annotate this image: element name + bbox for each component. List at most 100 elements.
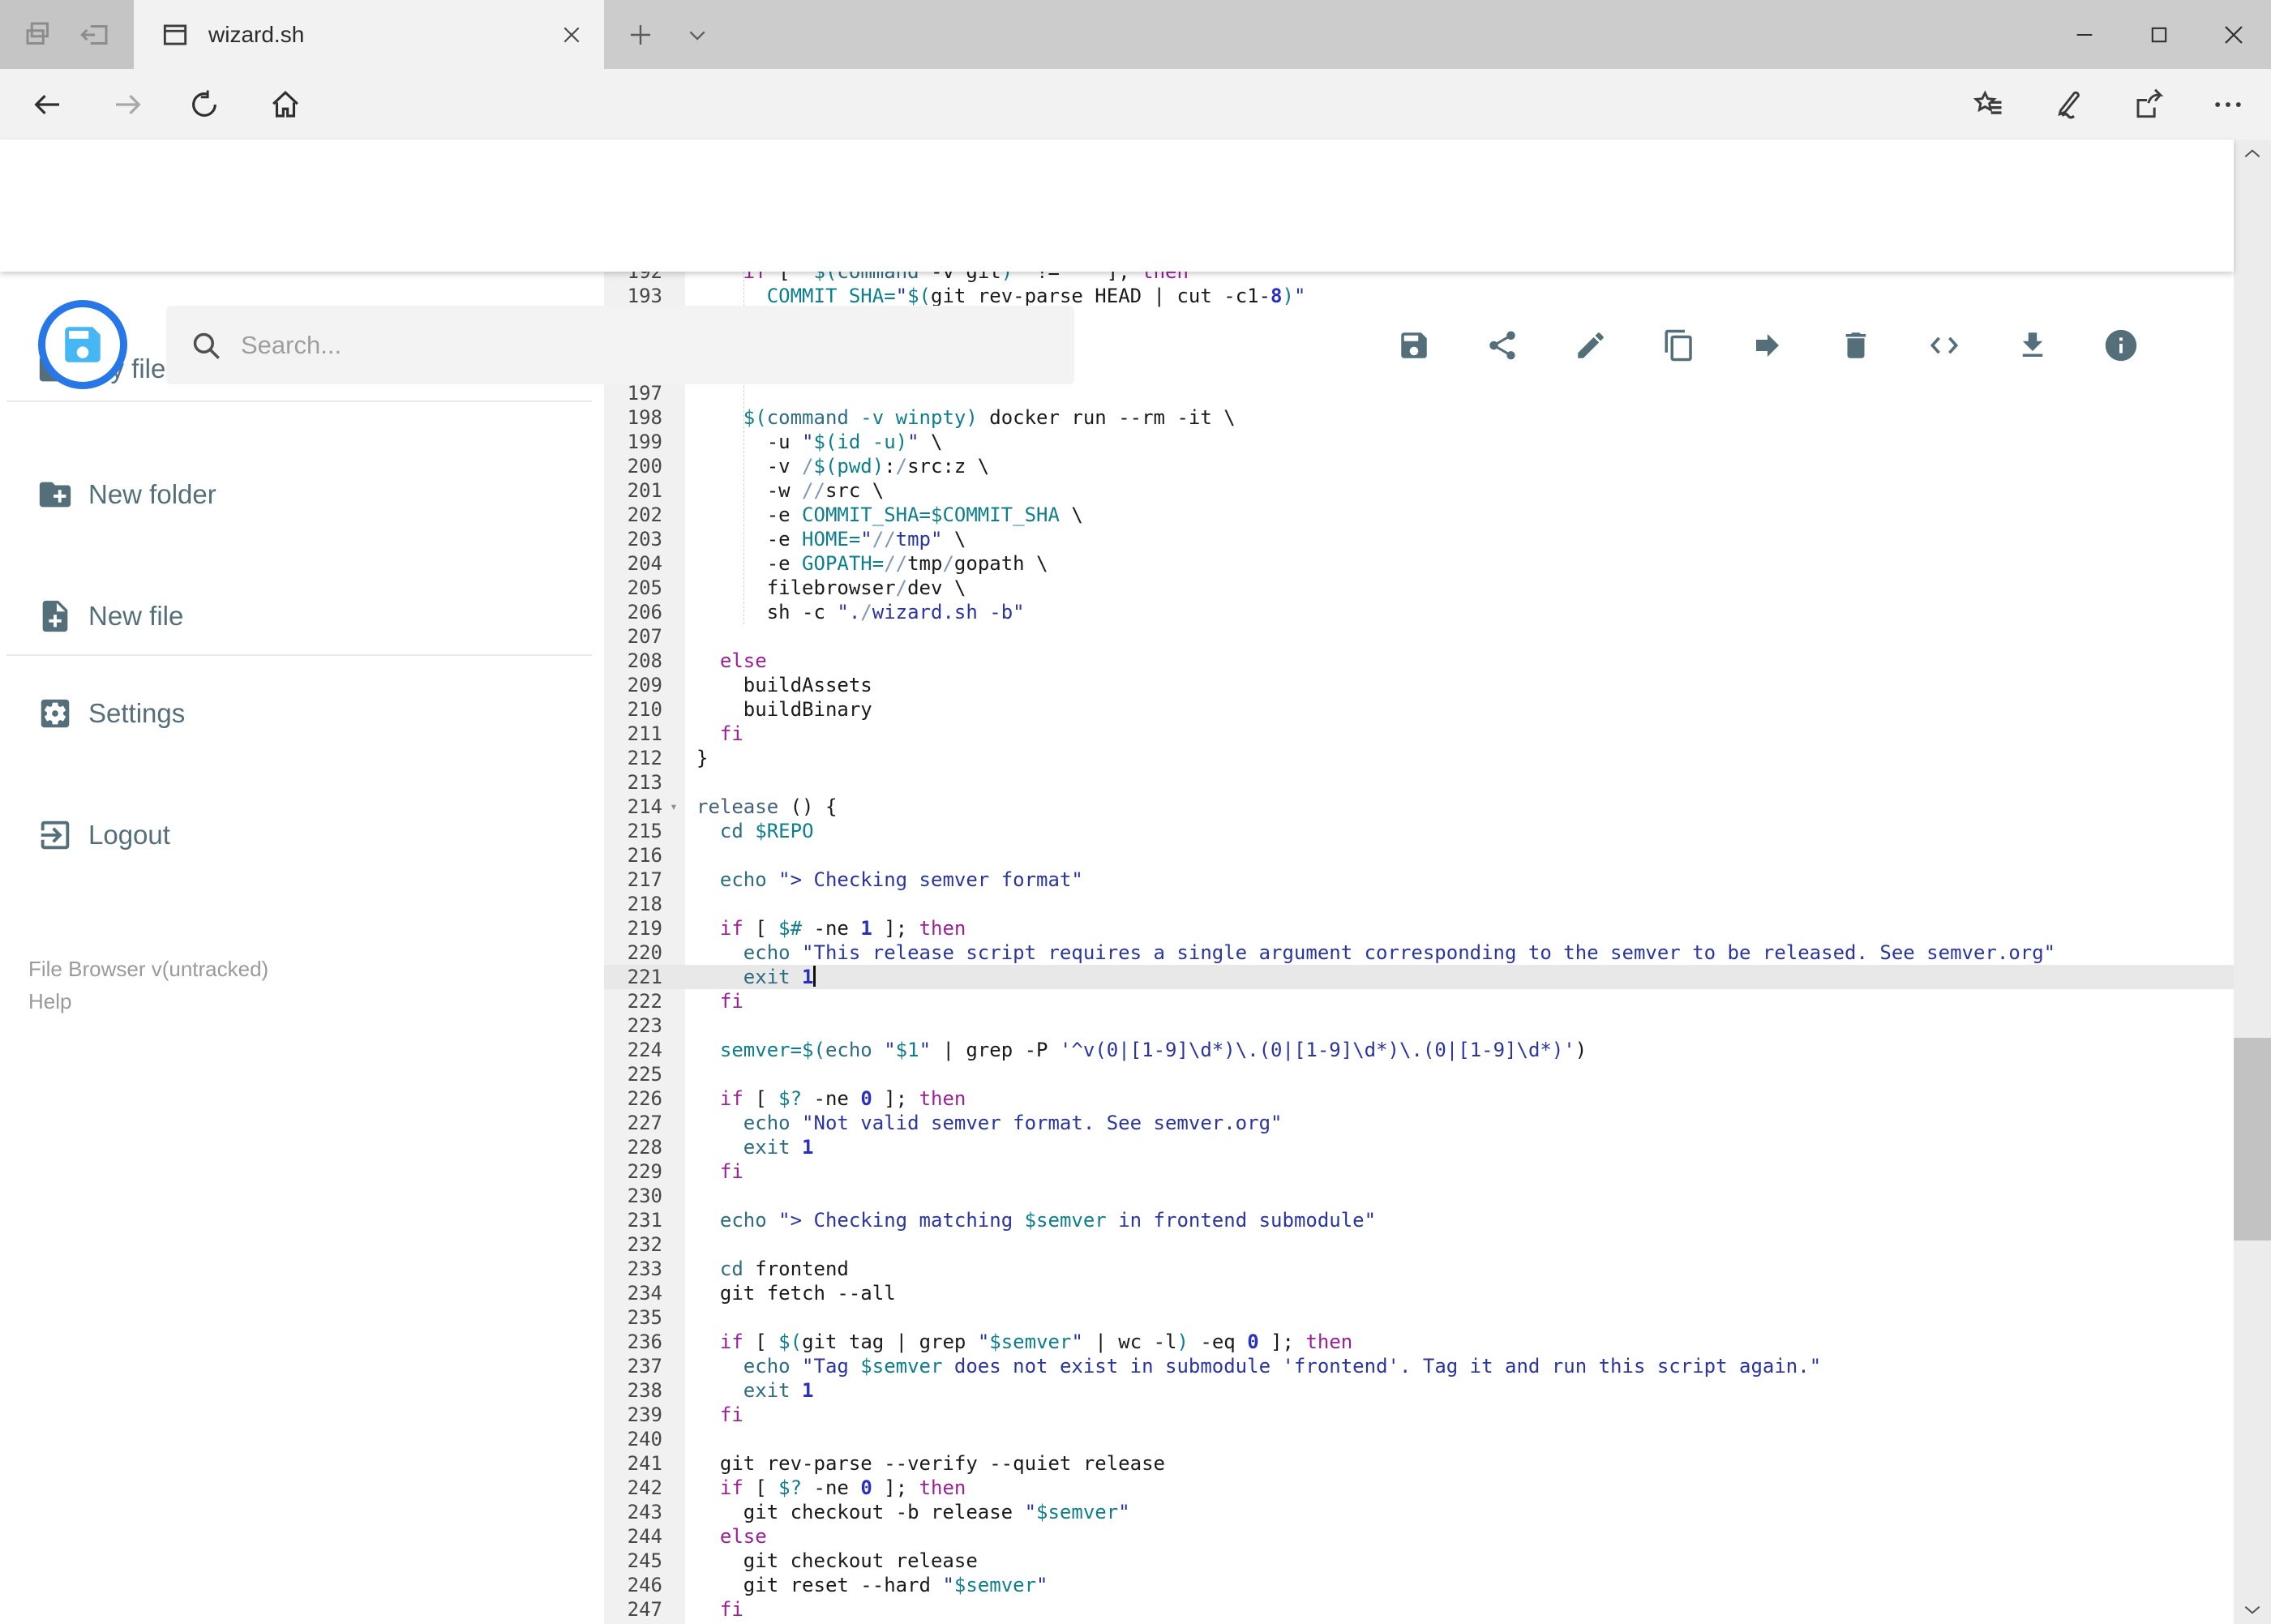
code-line[interactable]: 211 fi bbox=[604, 722, 2234, 746]
code-line[interactable]: 237 echo "Tag $semver does not exist in … bbox=[604, 1354, 2234, 1378]
code-line[interactable]: 239 fi bbox=[604, 1403, 2234, 1427]
code-line[interactable]: 207 bbox=[604, 624, 2234, 649]
code-line[interactable]: 204 -e GOPATH=//tmp/gopath \ bbox=[604, 551, 2234, 576]
code-line[interactable]: 202 -e COMMIT_SHA=$COMMIT_SHA \ bbox=[604, 503, 2234, 527]
code-line[interactable]: 212} bbox=[604, 746, 2234, 770]
hub-favorites-icon[interactable] bbox=[1956, 69, 2020, 139]
search-input[interactable] bbox=[239, 329, 1074, 361]
code-line[interactable]: 243 git checkout -b release "$semver" bbox=[604, 1500, 2234, 1524]
home-button[interactable] bbox=[253, 69, 318, 139]
restore-tabs-icon[interactable] bbox=[78, 18, 112, 52]
sidebar-divider bbox=[6, 401, 592, 402]
new-tab-button[interactable] bbox=[612, 0, 669, 69]
code-line[interactable]: 228 exit 1 bbox=[604, 1135, 2234, 1159]
code-line[interactable]: 224 semver=$(echo "$1" | grep -P '^v(0|[… bbox=[604, 1038, 2234, 1062]
page-scrollbar[interactable] bbox=[2234, 139, 2271, 1624]
code-line[interactable]: 217 echo "> Checking semver format" bbox=[604, 868, 2234, 892]
browser-tab[interactable]: wizard.sh bbox=[134, 0, 604, 69]
code-line[interactable]: 247 fi bbox=[604, 1597, 2234, 1622]
code-line[interactable]: 208 else bbox=[604, 649, 2234, 673]
code-line[interactable]: 236 if [ $(git tag | grep "$semver" | wc… bbox=[604, 1330, 2234, 1354]
refresh-button[interactable] bbox=[172, 69, 237, 139]
code-line[interactable]: 226 if [ $? -ne 0 ]; then bbox=[604, 1086, 2234, 1111]
code-line[interactable]: 235 bbox=[604, 1305, 2234, 1330]
code-line[interactable]: 213 bbox=[604, 770, 2234, 795]
minimize-button[interactable] bbox=[2047, 0, 2122, 69]
move-button[interactable] bbox=[1723, 301, 1811, 390]
tab-preview-icon[interactable] bbox=[22, 18, 56, 52]
search-box[interactable] bbox=[166, 306, 1074, 384]
help-link[interactable]: Help bbox=[28, 985, 268, 1018]
code-text: echo "This release script requires a sin… bbox=[743, 941, 2056, 964]
scroll-up-arrow-icon[interactable] bbox=[2234, 139, 2271, 169]
fold-gutter bbox=[662, 819, 685, 843]
code-line[interactable]: 232 bbox=[604, 1232, 2234, 1257]
fold-gutter bbox=[662, 770, 685, 795]
code-line[interactable]: 245 git checkout release bbox=[604, 1549, 2234, 1573]
download-button[interactable] bbox=[1988, 301, 2076, 390]
code-line[interactable]: 220 echo "This release script requires a… bbox=[604, 941, 2234, 965]
raw-code-button[interactable] bbox=[1900, 301, 1988, 390]
code-line[interactable]: 244 else bbox=[604, 1524, 2234, 1549]
code-line[interactable]: 221 exit 1 bbox=[604, 965, 2234, 989]
code-line[interactable]: 209 buildAssets bbox=[604, 673, 2234, 697]
tab-close-icon[interactable] bbox=[539, 0, 604, 69]
scroll-down-arrow-icon[interactable] bbox=[2234, 1595, 2271, 1624]
code-line[interactable]: 222 fi bbox=[604, 989, 2234, 1013]
code-line[interactable]: 231 echo "> Checking matching $semver in… bbox=[604, 1208, 2234, 1232]
delete-button[interactable] bbox=[1811, 301, 1900, 390]
code-line[interactable]: 241 git rev-parse --verify --quiet relea… bbox=[604, 1451, 2234, 1476]
code-line[interactable]: 214 ▾ release () { bbox=[604, 795, 2234, 819]
code-line[interactable]: 210 buildBinary bbox=[604, 697, 2234, 722]
code-line[interactable]: 218 bbox=[604, 892, 2234, 916]
save-button[interactable] bbox=[1369, 301, 1458, 390]
line-number: 214 bbox=[627, 795, 662, 818]
close-button[interactable] bbox=[2196, 0, 2271, 69]
more-menu-icon[interactable] bbox=[2196, 69, 2260, 139]
filebrowser-logo[interactable] bbox=[38, 300, 127, 389]
info-button[interactable] bbox=[2076, 301, 2165, 390]
code-line[interactable]: 206 sh -c "./wizard.sh -b" bbox=[604, 600, 2234, 624]
tab-list-chevron-icon[interactable] bbox=[671, 0, 723, 69]
back-button[interactable] bbox=[15, 69, 79, 139]
code-line[interactable]: 233 cd frontend bbox=[604, 1257, 2234, 1281]
rename-button[interactable] bbox=[1546, 301, 1635, 390]
share-file-button[interactable] bbox=[1458, 301, 1546, 390]
sidebar-item-new-file[interactable]: New file bbox=[0, 580, 604, 653]
line-number: 227 bbox=[627, 1112, 662, 1134]
line-number: 223 bbox=[627, 1014, 662, 1037]
code-line[interactable]: 200 -v /$(pwd):/src:z \ bbox=[604, 454, 2234, 478]
sidebar-item-settings[interactable]: Settings bbox=[0, 677, 604, 750]
code-line[interactable]: 225 bbox=[604, 1062, 2234, 1086]
code-line[interactable]: 234 git fetch --all bbox=[604, 1281, 2234, 1305]
sidebar-item-label: New folder bbox=[88, 479, 216, 509]
code-line[interactable]: 246 git reset --hard "$semver" bbox=[604, 1573, 2234, 1597]
code-line[interactable]: 230 bbox=[604, 1184, 2234, 1208]
code-line[interactable]: 227 echo "Not valid semver format. See s… bbox=[604, 1111, 2234, 1135]
copy-button[interactable] bbox=[1635, 301, 1723, 390]
share-icon[interactable] bbox=[2115, 69, 2179, 139]
forward-button[interactable] bbox=[96, 69, 161, 139]
maximize-button[interactable] bbox=[2122, 0, 2196, 69]
code-line[interactable]: 229 fi bbox=[604, 1159, 2234, 1184]
web-note-pen-icon[interactable] bbox=[2033, 69, 2097, 139]
code-line[interactable]: 219 if [ $# -ne 1 ]; then bbox=[604, 916, 2234, 941]
code-line[interactable]: 223 bbox=[604, 1013, 2234, 1038]
code-line[interactable]: 215 cd $REPO bbox=[604, 819, 2234, 843]
code-line[interactable]: 199 -u "$(id -u)" \ bbox=[604, 430, 2234, 454]
code-line[interactable]: 238 exit 1 bbox=[604, 1378, 2234, 1403]
code-line[interactable]: 201 -w //src \ bbox=[604, 478, 2234, 503]
code-line[interactable]: 242 if [ $? -ne 0 ]; then bbox=[604, 1476, 2234, 1500]
code-line[interactable]: 205 filebrowser/dev \ bbox=[604, 576, 2234, 600]
sidebar-item-new-folder[interactable]: New folder bbox=[0, 458, 604, 531]
sidebar-item-logout[interactable]: Logout bbox=[0, 799, 604, 872]
scrollbar-thumb[interactable] bbox=[2234, 1038, 2271, 1240]
code-editor[interactable]: 192 if [ "$(command -v git)" != "" ]; th… bbox=[604, 272, 2234, 1624]
code-line[interactable]: 216 bbox=[604, 843, 2234, 868]
fold-gutter bbox=[662, 454, 685, 478]
code-line[interactable]: 240 bbox=[604, 1427, 2234, 1451]
code-line[interactable]: 203 -e HOME="//tmp" \ bbox=[604, 527, 2234, 551]
fold-marker-icon[interactable]: ▾ bbox=[662, 795, 685, 819]
